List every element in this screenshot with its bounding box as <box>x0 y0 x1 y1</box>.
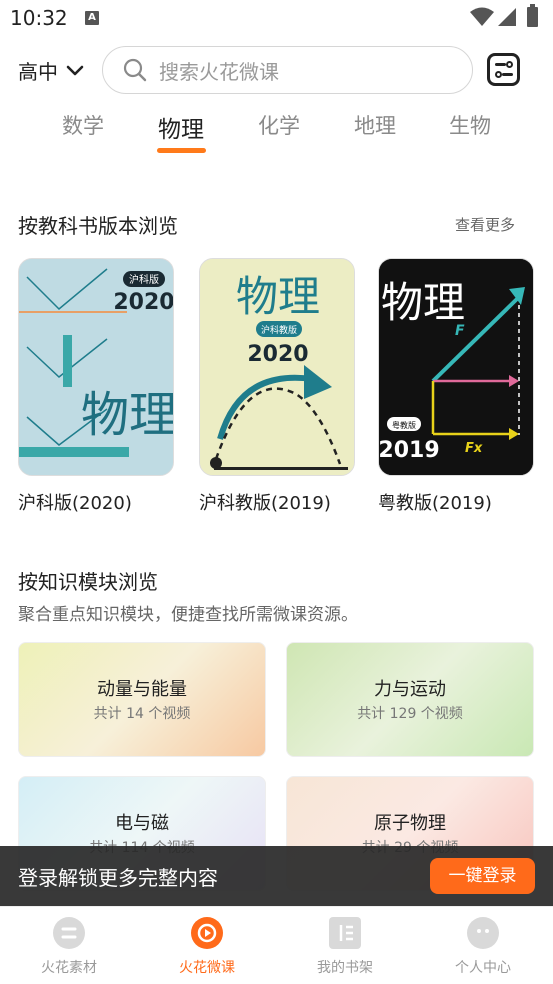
module-name: 力与运动 <box>374 679 446 700</box>
force-label-fx: Fx <box>465 441 483 456</box>
search-placeholder: 搜索火花微课 <box>159 59 279 84</box>
notification-badge-icon: A <box>85 11 99 25</box>
material-icon <box>53 917 85 949</box>
module-count: 共计 14 个视频 <box>93 706 191 722</box>
battery-icon <box>527 4 538 27</box>
book-cover-yuejiaoban-2019[interactable]: 物理 F Fx 粤教版 2019 <box>378 258 534 476</box>
login-banner-text: 登录解锁更多完整内容 <box>18 866 218 890</box>
book-cover-art: 物理 沪科教版 2020 <box>200 259 354 475</box>
book-cover-badge: 沪科版 <box>129 273 159 286</box>
module-name: 原子物理 <box>374 813 446 834</box>
nav-label: 火花素材 <box>41 960 97 976</box>
bottom-nav: 火花素材 火花微课 我的书架 个人中心 <box>0 906 553 984</box>
app-screen: 10:32 A 高中 搜索火花微课 数学 物理 化学 地理 生物 按教科书版本浏… <box>0 0 553 984</box>
active-tab-indicator <box>157 148 206 153</box>
grade-selector[interactable]: 高中 <box>18 56 84 85</box>
bookshelf-icon <box>329 917 361 949</box>
tab-biology[interactable]: 生物 <box>430 110 510 140</box>
profile-icon <box>467 917 499 949</box>
book-cover-hukejiaoban-2019[interactable]: 物理 沪科教版 2020 <box>199 258 355 476</box>
book-cover-title: 物理 <box>381 278 465 327</box>
nav-item-profile[interactable]: 个人中心 <box>433 917 533 977</box>
status-time: 10:32 <box>10 6 68 30</box>
force-label-f: F <box>455 323 465 339</box>
nav-item-material[interactable]: 火花素材 <box>19 917 119 977</box>
book-cover-badge: 沪科教版 <box>261 324 297 336</box>
tab-geography[interactable]: 地理 <box>335 110 415 140</box>
see-more-link[interactable]: 查看更多 <box>455 214 515 235</box>
tab-physics[interactable]: 物理 <box>141 110 221 144</box>
book-cover-year: 2019 <box>379 438 440 463</box>
book-cover-hukeban-2020[interactable]: 沪科版 2020 物理 <box>18 258 174 476</box>
nav-label: 个人中心 <box>455 960 511 976</box>
book-cover-year: 2020 <box>113 290 174 315</box>
module-card[interactable]: 动量与能量 共计 14 个视频 <box>18 642 266 757</box>
play-icon <box>191 917 223 949</box>
chevron-down-icon <box>66 65 84 75</box>
book-cover-art: 物理 F Fx 粤教版 2019 <box>379 259 533 475</box>
grade-label: 高中 <box>18 60 58 84</box>
search-icon <box>123 58 147 82</box>
module-count: 共计 129 个视频 <box>357 706 463 722</box>
scan-icon[interactable] <box>487 53 520 86</box>
book-cover-title: 物理 <box>236 272 320 321</box>
book-cover-title: 物理 <box>81 387 174 443</box>
knowledge-section-subtitle: 聚合重点知识模块，便捷查找所需微课资源。 <box>18 605 358 625</box>
book-label-2[interactable]: 沪科教版(2019) <box>199 489 331 515</box>
module-name: 电与磁 <box>115 813 169 834</box>
book-cover-badge: 粤教版 <box>392 420 416 430</box>
wifi-icon <box>470 7 494 26</box>
knowledge-section-title: 按知识模块浏览 <box>18 570 158 594</box>
search-input[interactable]: 搜索火花微课 <box>102 46 473 94</box>
book-cover-year: 2020 <box>247 342 308 367</box>
textbook-section-title: 按教科书版本浏览 <box>18 214 178 238</box>
subject-tabs: 数学 物理 化学 地理 生物 <box>0 110 553 160</box>
login-banner: 登录解锁更多完整内容 一键登录 <box>0 846 553 906</box>
tab-math[interactable]: 数学 <box>43 110 123 140</box>
book-cover-art: 沪科版 2020 物理 <box>19 259 174 475</box>
nav-label: 我的书架 <box>317 960 373 976</box>
book-label-1[interactable]: 沪科版(2020) <box>18 489 132 515</box>
status-bar: 10:32 A <box>0 0 553 38</box>
book-label-3[interactable]: 粤教版(2019) <box>378 489 492 515</box>
nav-item-bookshelf[interactable]: 我的书架 <box>295 917 395 977</box>
module-card[interactable]: 力与运动 共计 129 个视频 <box>286 642 534 757</box>
one-click-login-button[interactable]: 一键登录 <box>430 858 535 894</box>
tab-chemistry[interactable]: 化学 <box>239 110 319 140</box>
module-name: 动量与能量 <box>97 679 187 700</box>
nav-item-microlesson[interactable]: 火花微课 <box>157 917 257 977</box>
nav-label: 火花微课 <box>179 960 235 976</box>
signal-icon <box>498 8 516 26</box>
